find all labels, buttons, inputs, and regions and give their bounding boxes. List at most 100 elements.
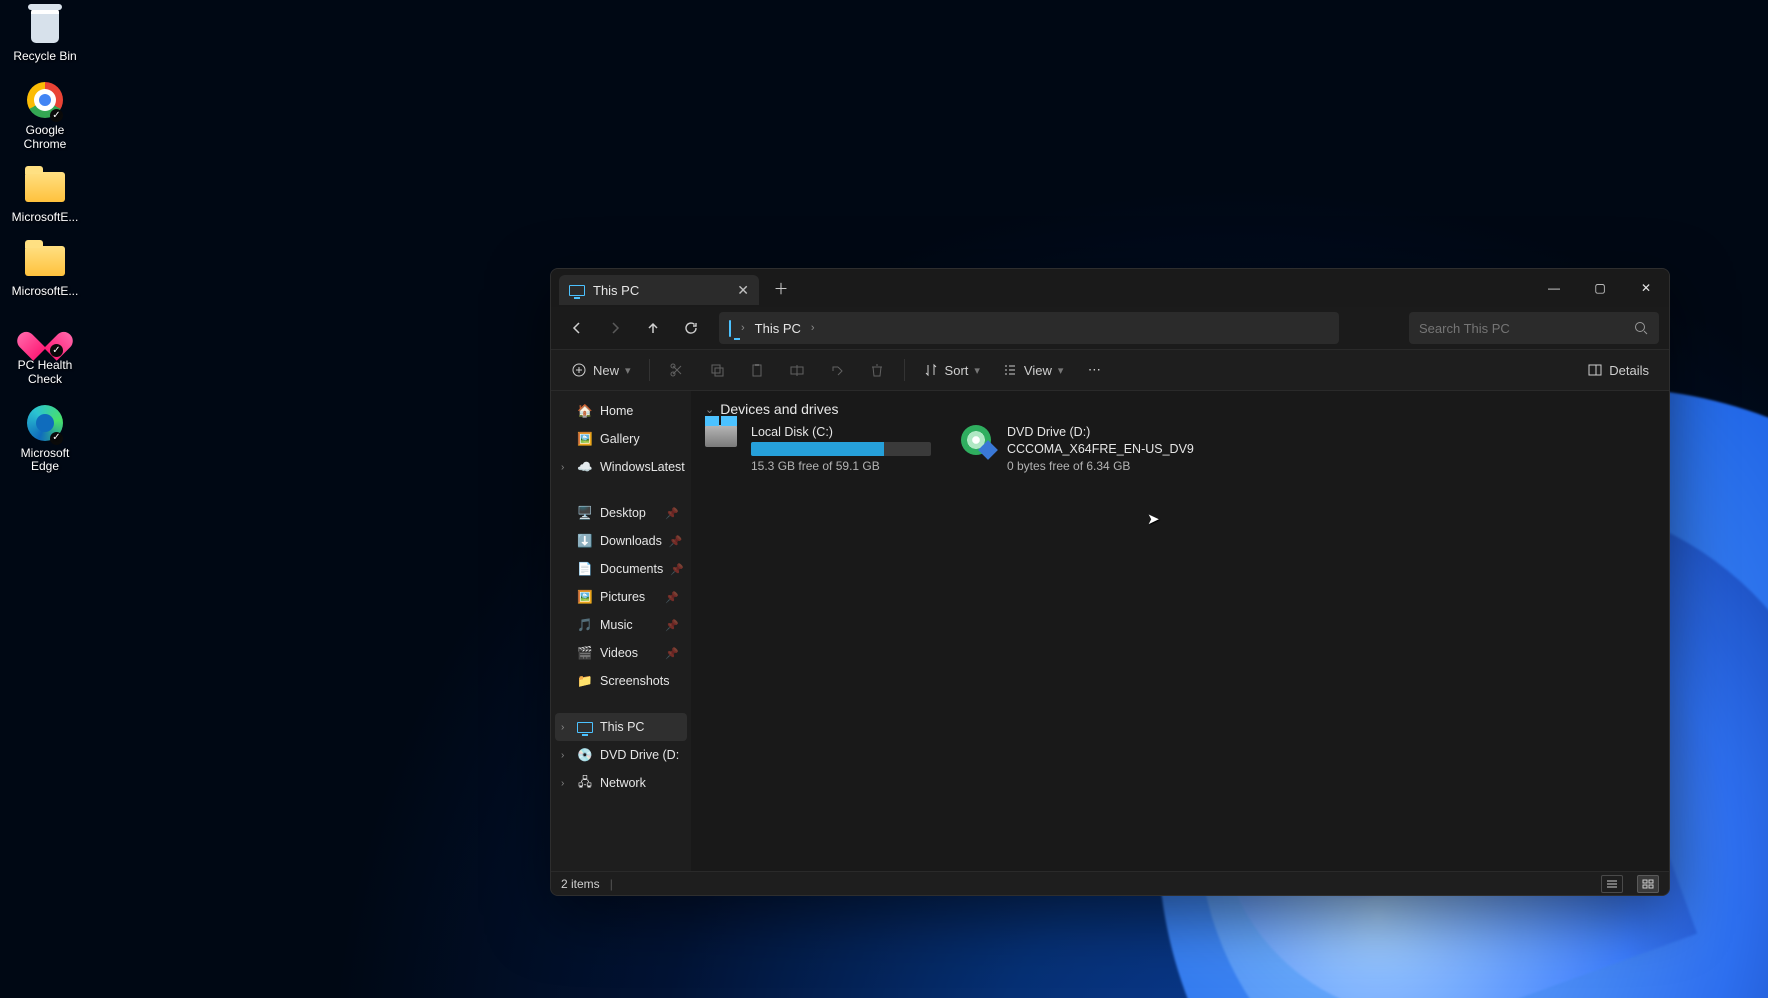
rename-button[interactable]	[780, 355, 814, 385]
pin-icon[interactable]: 📌	[665, 507, 679, 520]
toolbar-label: New	[593, 363, 619, 378]
share-button[interactable]	[820, 355, 854, 385]
chevron-right-icon[interactable]: ›	[561, 462, 564, 473]
toolbar: New ▾ Sort ▾ View ▾ ⋯ Details	[551, 349, 1669, 391]
new-tab-button[interactable]: ＋	[767, 274, 795, 302]
tab-this-pc[interactable]: This PC ✕	[559, 275, 759, 305]
chevron-right-icon[interactable]: ›	[561, 722, 564, 733]
sort-button[interactable]: Sort ▾	[915, 355, 988, 385]
chevron-right-icon: ›	[741, 322, 745, 334]
sidebar-item-videos[interactable]: 🎬Videos📌	[555, 639, 687, 667]
cut-button[interactable]	[660, 355, 694, 385]
chevron-down-icon: ⌄	[705, 403, 714, 416]
sidebar-item-music[interactable]: 🎵 Music 📌	[555, 611, 687, 639]
sidebar-item-desktop[interactable]: 🖥️Desktop📌	[555, 499, 687, 527]
videos-icon: 🎬	[577, 645, 593, 661]
copy-button[interactable]	[700, 355, 734, 385]
sidebar-label: Gallery	[600, 432, 640, 446]
chevron-right-icon[interactable]: ›	[561, 750, 564, 761]
search-icon	[1633, 320, 1649, 336]
sidebar-item-downloads[interactable]: ⬇️ Downloads 📌	[555, 527, 687, 555]
sidebar-label: Documents	[600, 562, 663, 576]
desktop-icon-folder-ms1[interactable]: MicrosoftE...	[5, 167, 85, 225]
desktop-icon-recycle-bin[interactable]: Recycle Bin	[5, 6, 85, 64]
view-button[interactable]: View ▾	[994, 355, 1071, 385]
sidebar-item-screenshots[interactable]: 📁Screenshots	[555, 667, 687, 695]
folder-icon: 📁	[577, 673, 593, 689]
sidebar-label: Desktop	[600, 506, 646, 520]
recycle-bin-icon	[31, 9, 59, 43]
desktop-icon-chrome[interactable]: ✓ Google Chrome	[5, 80, 85, 152]
details-pane-button[interactable]: Details	[1579, 355, 1657, 385]
tab-close-button[interactable]: ✕	[737, 282, 749, 299]
sidebar-item-documents[interactable]: 📄 Documents 📌	[555, 555, 687, 583]
pin-icon[interactable]: 📌	[670, 563, 684, 576]
storage-bar	[751, 442, 931, 456]
desktop-icon-label: MicrosoftE...	[12, 285, 79, 299]
desktop-icon-folder-ms2[interactable]: MicrosoftE...	[5, 241, 85, 299]
dvd-icon	[961, 425, 991, 455]
content-pane[interactable]: ⌄ Devices and drives Local Disk (C:) 15.…	[691, 391, 1669, 871]
back-button[interactable]	[561, 312, 593, 344]
downloads-icon: ⬇️	[577, 533, 593, 549]
file-explorer-window: This PC ✕ ＋ — ▢ ✕ › This PC ›	[550, 268, 1670, 896]
drive-freespace: 15.3 GB free of 59.1 GB	[751, 459, 931, 473]
sidebar: 🏠 Home 🖼️ Gallery › ☁️ WindowsLatest 🖥️D…	[551, 391, 691, 871]
drive-local-c[interactable]: Local Disk (C:) 15.3 GB free of 59.1 GB	[705, 425, 931, 473]
sidebar-label: DVD Drive (D:) C	[600, 748, 679, 762]
up-button[interactable]	[637, 312, 669, 344]
music-icon: 🎵	[577, 617, 593, 633]
refresh-button[interactable]	[675, 312, 707, 344]
more-button[interactable]: ⋯	[1077, 355, 1111, 385]
sidebar-item-this-pc[interactable]: ›This PC	[555, 713, 687, 741]
desktop-icon-label: MicrosoftE...	[12, 211, 79, 225]
shortcut-badge-icon: ✓	[50, 109, 63, 122]
search-input[interactable]	[1419, 321, 1625, 336]
group-title: Devices and drives	[720, 401, 838, 417]
maximize-button[interactable]: ▢	[1577, 269, 1623, 307]
status-text: 2 items	[561, 877, 600, 891]
sidebar-label: Pictures	[600, 590, 645, 604]
desktop-icon-pc-health[interactable]: ✓ PC Health Check	[5, 315, 85, 387]
sidebar-item-home[interactable]: 🏠 Home	[555, 397, 687, 425]
sidebar-item-dvd[interactable]: ›💿DVD Drive (D:) C	[555, 741, 687, 769]
new-button[interactable]: New ▾	[563, 355, 639, 385]
desktop-icon-label: Microsoft Edge	[5, 447, 85, 475]
toolbar-label: Details	[1609, 363, 1649, 378]
folder-icon	[25, 246, 65, 276]
breadcrumb[interactable]: › This PC ›	[719, 312, 1339, 344]
view-tiles-button[interactable]	[1637, 875, 1659, 893]
search-box[interactable]	[1409, 312, 1659, 344]
pin-icon[interactable]: 📌	[669, 535, 683, 548]
documents-icon: 📄	[577, 561, 593, 577]
minimize-button[interactable]: —	[1531, 269, 1577, 307]
disk-icon	[705, 425, 737, 447]
pin-icon[interactable]: 📌	[665, 591, 679, 604]
chevron-right-icon[interactable]: ›	[561, 778, 564, 789]
pin-icon[interactable]: 📌	[665, 647, 679, 660]
pc-icon	[729, 321, 731, 336]
view-details-button[interactable]	[1601, 875, 1623, 893]
close-button[interactable]: ✕	[1623, 269, 1669, 307]
sidebar-label: Home	[600, 404, 633, 418]
group-header[interactable]: ⌄ Devices and drives	[705, 401, 1655, 417]
delete-button[interactable]	[860, 355, 894, 385]
drive-name: Local Disk (C:)	[751, 425, 931, 439]
paste-button[interactable]	[740, 355, 774, 385]
pin-icon[interactable]: 📌	[665, 619, 679, 632]
breadcrumb-item[interactable]: This PC	[755, 321, 801, 336]
nav-row: › This PC ›	[551, 307, 1669, 349]
sidebar-item-network[interactable]: ›🖧Network	[555, 769, 687, 797]
sidebar-label: Downloads	[600, 534, 662, 548]
titlebar[interactable]: This PC ✕ ＋ — ▢ ✕	[551, 269, 1669, 307]
forward-button[interactable]	[599, 312, 631, 344]
sidebar-item-gallery[interactable]: 🖼️ Gallery	[555, 425, 687, 453]
drive-dvd-d[interactable]: DVD Drive (D:) CCCOMA_X64FRE_EN-US_DV9 0…	[961, 425, 1194, 473]
drive-freespace: 0 bytes free of 6.34 GB	[1007, 459, 1194, 473]
sidebar-item-windowslatest[interactable]: › ☁️ WindowsLatest	[555, 453, 687, 481]
tab-title: This PC	[593, 283, 639, 298]
sidebar-item-pictures[interactable]: 🖼️Pictures📌	[555, 583, 687, 611]
sidebar-label: Music	[600, 618, 633, 632]
desktop-icon-edge[interactable]: ✓ Microsoft Edge	[5, 403, 85, 475]
toolbar-label: View	[1024, 363, 1052, 378]
